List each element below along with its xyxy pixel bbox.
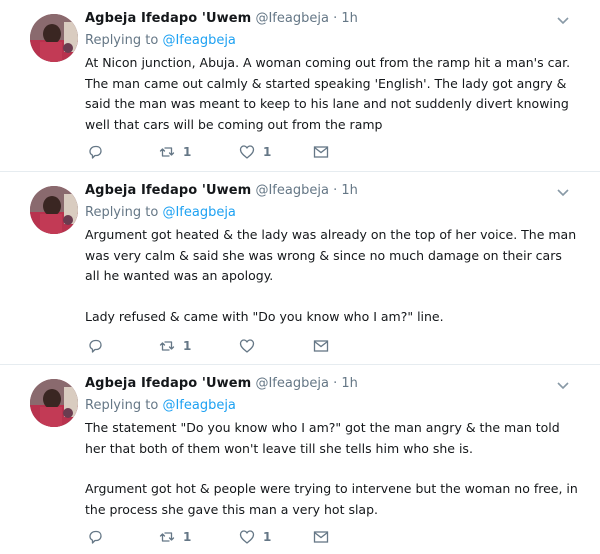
- tweet-actions: 1 1: [87, 143, 329, 161]
- chevron-down-icon[interactable]: [556, 12, 570, 26]
- author-handle[interactable]: @Ifeagbeja: [255, 376, 328, 391]
- author-handle[interactable]: @Ifeagbeja: [255, 11, 328, 26]
- tweet-paragraph: Argument got heated & the lady was alrea…: [85, 227, 577, 283]
- retweet-icon: [159, 529, 175, 545]
- retweet-button[interactable]: 1: [159, 338, 239, 354]
- tweet-header: Agbeja Ifedapo 'Uwem @Ifeagbeja · 1h: [85, 10, 560, 28]
- reply-button[interactable]: [87, 529, 159, 545]
- retweet-count: 1: [183, 530, 192, 544]
- timestamp[interactable]: 1h: [341, 376, 358, 391]
- replying-to: Replying to @Ifeagbeja: [85, 397, 236, 415]
- like-count: 1: [263, 530, 272, 544]
- chevron-down-icon[interactable]: [556, 377, 570, 391]
- like-button[interactable]: 1: [239, 144, 313, 160]
- replying-label: Replying to: [85, 205, 159, 220]
- reply-icon: [87, 338, 103, 354]
- timestamp[interactable]: 1h: [341, 11, 358, 26]
- replying-label: Replying to: [85, 33, 159, 48]
- reply-icon: [87, 144, 103, 160]
- reply-button[interactable]: [87, 338, 159, 354]
- retweet-button[interactable]: 1: [159, 529, 239, 545]
- tweet-header: Agbeja Ifedapo 'Uwem @Ifeagbeja · 1h: [85, 375, 560, 393]
- direct-message-button[interactable]: [313, 338, 329, 354]
- replying-handle-link[interactable]: @Ifeagbeja: [162, 33, 235, 48]
- direct-message-button[interactable]: [313, 144, 329, 160]
- like-count: 1: [263, 145, 272, 159]
- separator: ·: [333, 183, 338, 198]
- heart-icon: [239, 144, 255, 160]
- retweet-icon: [159, 144, 175, 160]
- tweet-text: The statement "Do you know who I am?" go…: [85, 418, 580, 520]
- separator: ·: [333, 11, 338, 26]
- direct-message-button[interactable]: [313, 529, 329, 545]
- envelope-icon: [313, 529, 329, 545]
- envelope-icon: [313, 144, 329, 160]
- author-handle[interactable]: @Ifeagbeja: [255, 183, 328, 198]
- tweet-paragraph: The statement "Do you know who I am?" go…: [85, 420, 560, 456]
- timestamp[interactable]: 1h: [341, 183, 358, 198]
- author-name[interactable]: Agbeja Ifedapo 'Uwem: [85, 11, 251, 26]
- heart-icon: [239, 529, 255, 545]
- retweet-count: 1: [183, 145, 192, 159]
- envelope-icon: [313, 338, 329, 354]
- tweet-paragraph: Lady refused & came with "Do you know wh…: [85, 308, 444, 324]
- chevron-down-icon[interactable]: [556, 184, 570, 198]
- tweet[interactable]: Agbeja Ifedapo 'Uwem @Ifeagbeja · 1h Rep…: [0, 0, 600, 172]
- tweet-header: Agbeja Ifedapo 'Uwem @Ifeagbeja · 1h: [85, 182, 560, 200]
- reply-icon: [87, 529, 103, 545]
- retweet-icon: [159, 338, 175, 354]
- replying-label: Replying to: [85, 398, 159, 413]
- tweet-text: Argument got heated & the lady was alrea…: [85, 225, 580, 327]
- tweet-thread: Agbeja Ifedapo 'Uwem @Ifeagbeja · 1h Rep…: [0, 0, 600, 554]
- replying-handle-link[interactable]: @Ifeagbeja: [162, 205, 235, 220]
- author-name[interactable]: Agbeja Ifedapo 'Uwem: [85, 183, 251, 198]
- replying-handle-link[interactable]: @Ifeagbeja: [162, 398, 235, 413]
- like-button[interactable]: 1: [239, 529, 313, 545]
- heart-icon: [239, 338, 255, 354]
- reply-button[interactable]: [87, 144, 159, 160]
- like-button[interactable]: [239, 338, 313, 354]
- tweet-actions: 1 1: [87, 528, 329, 546]
- tweet-text: At Nicon junction, Abuja. A woman coming…: [85, 53, 580, 135]
- avatar[interactable]: [30, 14, 78, 62]
- tweet-actions: 1: [87, 337, 329, 355]
- avatar[interactable]: [30, 379, 78, 427]
- replying-to: Replying to @Ifeagbeja: [85, 204, 236, 222]
- retweet-button[interactable]: 1: [159, 144, 239, 160]
- retweet-count: 1: [183, 339, 192, 353]
- author-name[interactable]: Agbeja Ifedapo 'Uwem: [85, 376, 251, 391]
- tweet[interactable]: Agbeja Ifedapo 'Uwem @Ifeagbeja · 1h Rep…: [0, 365, 600, 554]
- tweet[interactable]: Agbeja Ifedapo 'Uwem @Ifeagbeja · 1h Rep…: [0, 172, 600, 365]
- tweet-paragraph: Argument got hot & people were trying to…: [85, 481, 578, 517]
- tweet-paragraph: At Nicon junction, Abuja. A woman coming…: [85, 55, 571, 132]
- separator: ·: [333, 376, 338, 391]
- avatar[interactable]: [30, 186, 78, 234]
- replying-to: Replying to @Ifeagbeja: [85, 32, 236, 50]
